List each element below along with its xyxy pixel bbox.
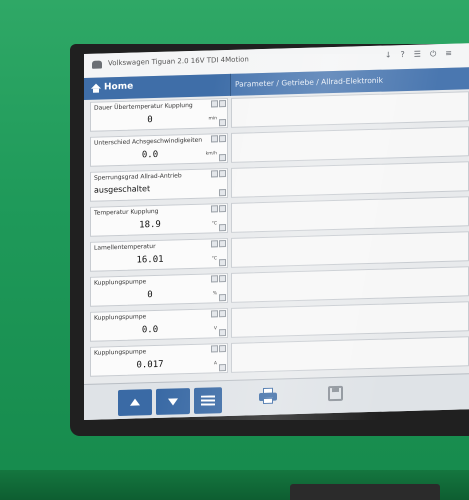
parameter-list: Dauer Übertemperatur Kupplung 0 min Unte… — [84, 89, 469, 384]
parameter-graph — [231, 301, 469, 338]
parameter-cell[interactable]: Lamellentemperatur 16.01 °C — [90, 237, 228, 272]
power-icon[interactable]: ⏻ — [430, 49, 445, 58]
add-graph-icon[interactable] — [219, 170, 226, 178]
titlebar-icons[interactable]: ↓?☰⏻≡ — [385, 48, 461, 60]
remove-icon[interactable] — [219, 329, 226, 337]
parameter-value: 0 — [147, 115, 153, 126]
add-graph-icon[interactable] — [219, 240, 226, 248]
parameter-name: Dauer Übertemperatur Kupplung — [94, 101, 193, 112]
parameter-value: 0.0 — [141, 324, 159, 336]
info-icon[interactable] — [211, 240, 218, 248]
parameter-graph — [231, 336, 469, 373]
print-icon[interactable] — [259, 387, 277, 405]
device-vent — [290, 484, 440, 500]
parameter-graph — [231, 196, 469, 233]
parameter-graph — [231, 91, 469, 128]
diagnostic-screen: Volkswagen Tiguan 2.0 16V TDI 4Motion ↓?… — [84, 43, 469, 421]
parameter-value: 18.9 — [139, 219, 161, 231]
save-icon[interactable] — [328, 385, 343, 402]
window-title: Volkswagen Tiguan 2.0 16V TDI 4Motion — [108, 55, 249, 68]
parameter-unit: °C — [211, 221, 217, 227]
parameter-cell[interactable]: Kupplungspumpe 0.0 V — [90, 307, 228, 342]
parameter-name: Kupplungspumpe — [94, 348, 147, 357]
settings-icon[interactable]: ☰ — [414, 49, 430, 58]
breadcrumb-text: Parameter / Getriebe / Allrad-Elektronik — [235, 75, 383, 89]
parameter-cell[interactable]: Sperrungsgrad Allrad-Antrieb ausgeschalt… — [90, 167, 228, 202]
scroll-up-button[interactable] — [118, 389, 152, 417]
parameter-name: Lamellentemperatur — [94, 243, 156, 252]
info-icon[interactable] — [211, 135, 218, 143]
scroll-down-button[interactable] — [156, 388, 190, 415]
info-icon[interactable] — [211, 275, 218, 283]
parameter-name: Unterschied Achsgeschwindigkeiten — [94, 136, 203, 147]
parameter-value: ausgeschaltet — [94, 184, 151, 195]
parameter-cell[interactable]: Kupplungspumpe 0 % — [90, 272, 228, 307]
parameter-unit: °C — [211, 256, 217, 262]
parameter-value: 0 — [147, 290, 153, 301]
add-graph-icon[interactable] — [219, 100, 226, 108]
parameter-unit: V — [213, 326, 217, 332]
list-icon — [201, 395, 215, 406]
parameter-name: Kupplungspumpe — [94, 313, 147, 322]
help-icon[interactable]: ? — [401, 50, 414, 59]
menu-icon[interactable]: ≡ — [445, 48, 461, 57]
remove-icon[interactable] — [219, 259, 226, 267]
parameter-value: 0.0 — [141, 149, 159, 161]
add-graph-icon[interactable] — [219, 345, 226, 353]
parameter-value: 0.017 — [136, 359, 164, 371]
parameter-unit: km/h — [205, 151, 217, 157]
parameter-cell[interactable]: Dauer Übertemperatur Kupplung 0 min — [90, 97, 228, 132]
add-graph-icon[interactable] — [219, 135, 226, 143]
parameter-graph — [231, 231, 469, 268]
parameter-cell[interactable]: Unterschied Achsgeschwindigkeiten 0.0 km… — [90, 132, 228, 167]
add-graph-icon[interactable] — [219, 205, 226, 213]
add-graph-icon[interactable] — [219, 275, 226, 283]
remove-icon[interactable] — [219, 119, 226, 127]
parameter-unit: % — [212, 291, 217, 297]
download-icon[interactable]: ↓ — [385, 50, 401, 59]
parameter-graph — [231, 266, 469, 303]
parameter-unit: min — [208, 116, 218, 122]
parameter-graph — [231, 126, 469, 163]
info-icon[interactable] — [211, 170, 218, 178]
car-icon — [92, 60, 102, 69]
remove-icon[interactable] — [219, 224, 226, 232]
parameter-cell[interactable]: Temperatur Kupplung 18.9 °C — [90, 202, 228, 237]
add-graph-icon[interactable] — [219, 310, 226, 318]
home-icon — [91, 83, 101, 89]
list-view-button[interactable] — [194, 387, 222, 414]
remove-icon[interactable] — [219, 189, 226, 197]
remove-icon[interactable] — [219, 154, 226, 162]
parameter-name: Temperatur Kupplung — [94, 207, 159, 217]
remove-icon[interactable] — [219, 294, 226, 302]
parameter-name: Sperrungsgrad Allrad-Antrieb — [94, 172, 182, 182]
info-icon[interactable] — [211, 205, 218, 213]
parameter-name: Kupplungspumpe — [94, 278, 147, 287]
parameter-cell[interactable]: Kupplungspumpe 0.017 A — [90, 342, 228, 377]
parameter-graph — [231, 161, 469, 198]
parameter-unit: A — [213, 361, 217, 367]
info-icon[interactable] — [211, 345, 218, 353]
home-label: Home — [104, 81, 134, 93]
info-icon[interactable] — [211, 310, 218, 318]
remove-icon[interactable] — [219, 364, 226, 372]
arrow-up-icon — [130, 398, 140, 406]
parameter-value: 16.01 — [136, 254, 164, 266]
info-icon[interactable] — [211, 100, 218, 108]
arrow-down-icon — [168, 398, 178, 406]
